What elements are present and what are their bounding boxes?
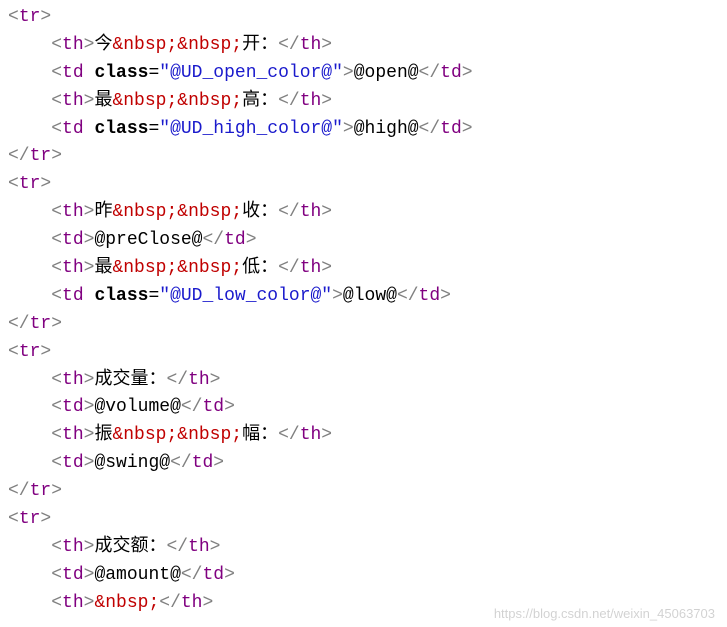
text-preclose-label-2: 收：	[242, 202, 278, 222]
text-low-label-2: 低：	[242, 258, 278, 278]
tag-tr: tr	[19, 7, 41, 27]
code-block: <tr> <th>今&nbsp;&nbsp;开：</th> <td class=…	[0, 0, 727, 618]
text-high-label-1: 最	[94, 91, 112, 111]
text-high-label-2: 高：	[242, 91, 278, 111]
text-volume-label: 成交量：	[94, 370, 166, 390]
text-swing-label-2: 幅：	[242, 425, 278, 445]
attr-value-high-color: "@UD_high_color@"	[159, 119, 343, 139]
text-amount-label: 成交额：	[94, 537, 166, 557]
watermark: https://blog.csdn.net/weixin_45063703	[494, 606, 715, 621]
attr-class: class	[94, 63, 148, 83]
text-swing-label-1: 振	[94, 425, 112, 445]
tag-th: th	[62, 35, 84, 55]
text-open-label-2: 开：	[242, 35, 278, 55]
text-open-label-1: 今	[94, 35, 112, 55]
text-low-value: @low@	[343, 286, 397, 306]
text-preclose-label-1: 昨	[94, 202, 112, 222]
entity-nbsp: &nbsp;	[177, 35, 242, 55]
attr-value-low-color: "@UD_low_color@"	[159, 286, 332, 306]
text-high-value: @high@	[354, 119, 419, 139]
text-amount-value: @amount@	[94, 565, 180, 585]
text-preclose-value: @preClose@	[94, 230, 202, 250]
entity-nbsp: &nbsp;	[112, 35, 177, 55]
text-open-value: @open@	[354, 63, 419, 83]
attr-value-open-color: "@UD_open_color@"	[159, 63, 343, 83]
tag-td: td	[62, 63, 84, 83]
text-swing-value: @swing@	[94, 453, 170, 473]
text-low-label-1: 最	[94, 258, 112, 278]
text-volume-value: @volume@	[94, 397, 180, 417]
